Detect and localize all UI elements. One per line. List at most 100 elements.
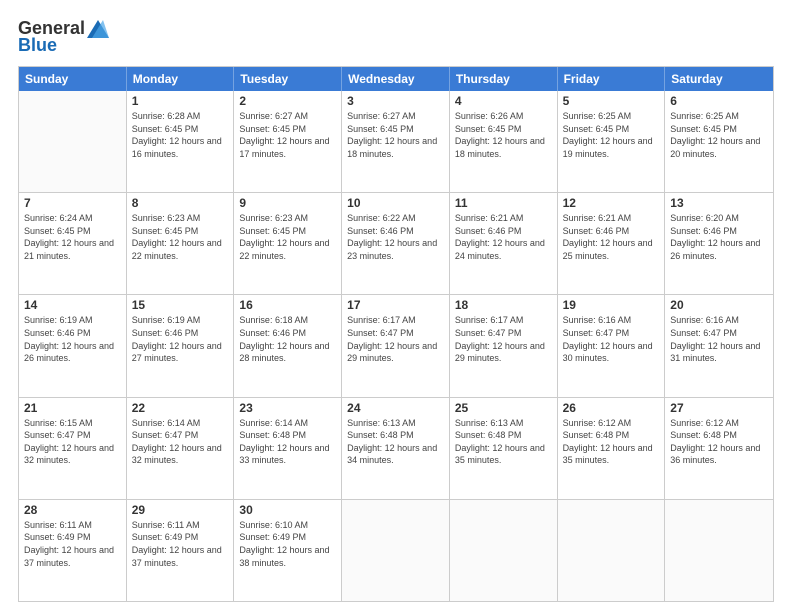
calendar-cell: 19 Sunrise: 6:16 AMSunset: 6:47 PMDayligh… (558, 295, 666, 396)
day-info: Sunrise: 6:11 AMSunset: 6:49 PMDaylight:… (24, 519, 121, 569)
day-number: 21 (24, 401, 121, 415)
calendar: SundayMondayTuesdayWednesdayThursdayFrid… (18, 66, 774, 602)
calendar-cell: 15 Sunrise: 6:19 AMSunset: 6:46 PMDayligh… (127, 295, 235, 396)
day-number: 18 (455, 298, 552, 312)
day-number: 23 (239, 401, 336, 415)
day-number: 12 (563, 196, 660, 210)
calendar-body: 1 Sunrise: 6:28 AMSunset: 6:45 PMDaylight… (19, 91, 773, 601)
calendar-cell: 16Sunrise: 6:18 AMSunset: 6:46 PMDayligh… (234, 295, 342, 396)
calendar-cell: 28 Sunrise: 6:11 AMSunset: 6:49 PMDayligh… (19, 500, 127, 601)
day-info: Sunrise: 6:21 AMSunset: 6:46 PMDaylight:… (563, 212, 660, 262)
day-number: 14 (24, 298, 121, 312)
calendar-cell: 2 Sunrise: 6:27 AMSunset: 6:45 PMDaylight… (234, 91, 342, 192)
day-number: 30 (239, 503, 336, 517)
day-number: 13 (670, 196, 768, 210)
day-number: 3 (347, 94, 444, 108)
calendar-cell: 29 Sunrise: 6:11 AMSunset: 6:49 PMDayligh… (127, 500, 235, 601)
calendar-cell: 5 Sunrise: 6:25 AMSunset: 6:45 PMDaylight… (558, 91, 666, 192)
day-info: Sunrise: 6:12 AMSunset: 6:48 PMDaylight:… (563, 417, 660, 467)
day-info: Sunrise: 6:27 AMSunset: 6:45 PMDaylight:… (347, 110, 444, 160)
day-number: 29 (132, 503, 229, 517)
calendar-week: 1 Sunrise: 6:28 AMSunset: 6:45 PMDaylight… (19, 91, 773, 193)
calendar-header-cell: Sunday (19, 67, 127, 91)
day-info: Sunrise: 6:19 AMSunset: 6:46 PMDaylight:… (24, 314, 121, 364)
day-info: Sunrise: 6:23 AMSunset: 6:45 PMDaylight:… (132, 212, 229, 262)
day-number: 4 (455, 94, 552, 108)
page: General Blue SundayMondayTuesdayWednesda… (0, 0, 792, 612)
day-number: 1 (132, 94, 229, 108)
day-number: 10 (347, 196, 444, 210)
calendar-cell: 20 Sunrise: 6:16 AMSunset: 6:47 PMDayligh… (665, 295, 773, 396)
day-number: 15 (132, 298, 229, 312)
calendar-week: 21Sunrise: 6:15 AMSunset: 6:47 PMDayligh… (19, 398, 773, 500)
calendar-cell: 12 Sunrise: 6:21 AMSunset: 6:46 PMDayligh… (558, 193, 666, 294)
header: General Blue (18, 18, 774, 56)
day-number: 7 (24, 196, 121, 210)
calendar-cell: 22 Sunrise: 6:14 AMSunset: 6:47 PMDayligh… (127, 398, 235, 499)
calendar-cell: 1 Sunrise: 6:28 AMSunset: 6:45 PMDaylight… (127, 91, 235, 192)
logo-blue-text: Blue (18, 35, 57, 56)
calendar-cell: 17 Sunrise: 6:17 AMSunset: 6:47 PMDayligh… (342, 295, 450, 396)
day-number: 19 (563, 298, 660, 312)
logo: General Blue (18, 18, 109, 56)
day-info: Sunrise: 6:11 AMSunset: 6:49 PMDaylight:… (132, 519, 229, 569)
calendar-cell: 21Sunrise: 6:15 AMSunset: 6:47 PMDayligh… (19, 398, 127, 499)
calendar-cell: 4 Sunrise: 6:26 AMSunset: 6:45 PMDaylight… (450, 91, 558, 192)
day-info: Sunrise: 6:17 AMSunset: 6:47 PMDaylight:… (347, 314, 444, 364)
day-info: Sunrise: 6:25 AMSunset: 6:45 PMDaylight:… (563, 110, 660, 160)
calendar-cell: 10 Sunrise: 6:22 AMSunset: 6:46 PMDayligh… (342, 193, 450, 294)
calendar-header: SundayMondayTuesdayWednesdayThursdayFrid… (19, 67, 773, 91)
day-info: Sunrise: 6:10 AMSunset: 6:49 PMDaylight:… (239, 519, 336, 569)
day-info: Sunrise: 6:26 AMSunset: 6:45 PMDaylight:… (455, 110, 552, 160)
calendar-header-cell: Friday (558, 67, 666, 91)
calendar-week: 28 Sunrise: 6:11 AMSunset: 6:49 PMDayligh… (19, 500, 773, 601)
day-info: Sunrise: 6:22 AMSunset: 6:46 PMDaylight:… (347, 212, 444, 262)
day-number: 17 (347, 298, 444, 312)
calendar-cell: 27Sunrise: 6:12 AMSunset: 6:48 PMDayligh… (665, 398, 773, 499)
calendar-cell (558, 500, 666, 601)
day-info: Sunrise: 6:20 AMSunset: 6:46 PMDaylight:… (670, 212, 768, 262)
calendar-cell (19, 91, 127, 192)
day-number: 20 (670, 298, 768, 312)
calendar-cell: 6 Sunrise: 6:25 AMSunset: 6:45 PMDaylight… (665, 91, 773, 192)
calendar-cell: 18Sunrise: 6:17 AMSunset: 6:47 PMDayligh… (450, 295, 558, 396)
calendar-header-cell: Wednesday (342, 67, 450, 91)
calendar-cell: 11Sunrise: 6:21 AMSunset: 6:46 PMDayligh… (450, 193, 558, 294)
calendar-cell: 3 Sunrise: 6:27 AMSunset: 6:45 PMDaylight… (342, 91, 450, 192)
day-info: Sunrise: 6:14 AMSunset: 6:47 PMDaylight:… (132, 417, 229, 467)
calendar-cell: 24Sunrise: 6:13 AMSunset: 6:48 PMDayligh… (342, 398, 450, 499)
day-info: Sunrise: 6:28 AMSunset: 6:45 PMDaylight:… (132, 110, 229, 160)
day-number: 6 (670, 94, 768, 108)
day-number: 5 (563, 94, 660, 108)
calendar-header-cell: Thursday (450, 67, 558, 91)
day-info: Sunrise: 6:25 AMSunset: 6:45 PMDaylight:… (670, 110, 768, 160)
day-number: 27 (670, 401, 768, 415)
day-number: 2 (239, 94, 336, 108)
day-info: Sunrise: 6:13 AMSunset: 6:48 PMDaylight:… (455, 417, 552, 467)
day-info: Sunrise: 6:16 AMSunset: 6:47 PMDaylight:… (563, 314, 660, 364)
calendar-cell: 25 Sunrise: 6:13 AMSunset: 6:48 PMDayligh… (450, 398, 558, 499)
day-number: 25 (455, 401, 552, 415)
day-info: Sunrise: 6:13 AMSunset: 6:48 PMDaylight:… (347, 417, 444, 467)
day-number: 22 (132, 401, 229, 415)
day-info: Sunrise: 6:19 AMSunset: 6:46 PMDaylight:… (132, 314, 229, 364)
calendar-cell: 9Sunrise: 6:23 AMSunset: 6:45 PMDaylight… (234, 193, 342, 294)
calendar-cell: 30 Sunrise: 6:10 AMSunset: 6:49 PMDayligh… (234, 500, 342, 601)
day-number: 28 (24, 503, 121, 517)
calendar-cell: 23 Sunrise: 6:14 AMSunset: 6:48 PMDayligh… (234, 398, 342, 499)
calendar-cell: 8Sunrise: 6:23 AMSunset: 6:45 PMDaylight… (127, 193, 235, 294)
calendar-header-cell: Monday (127, 67, 235, 91)
calendar-cell: 13 Sunrise: 6:20 AMSunset: 6:46 PMDayligh… (665, 193, 773, 294)
day-info: Sunrise: 6:24 AMSunset: 6:45 PMDaylight:… (24, 212, 121, 262)
calendar-week: 14 Sunrise: 6:19 AMSunset: 6:46 PMDayligh… (19, 295, 773, 397)
calendar-cell: 7 Sunrise: 6:24 AMSunset: 6:45 PMDaylight… (19, 193, 127, 294)
day-number: 26 (563, 401, 660, 415)
calendar-cell: 26 Sunrise: 6:12 AMSunset: 6:48 PMDayligh… (558, 398, 666, 499)
day-info: Sunrise: 6:27 AMSunset: 6:45 PMDaylight:… (239, 110, 336, 160)
logo-icon (87, 20, 109, 38)
day-info: Sunrise: 6:16 AMSunset: 6:47 PMDaylight:… (670, 314, 768, 364)
day-info: Sunrise: 6:23 AMSunset: 6:45 PMDaylight:… (239, 212, 336, 262)
day-info: Sunrise: 6:14 AMSunset: 6:48 PMDaylight:… (239, 417, 336, 467)
calendar-header-cell: Tuesday (234, 67, 342, 91)
calendar-cell (665, 500, 773, 601)
